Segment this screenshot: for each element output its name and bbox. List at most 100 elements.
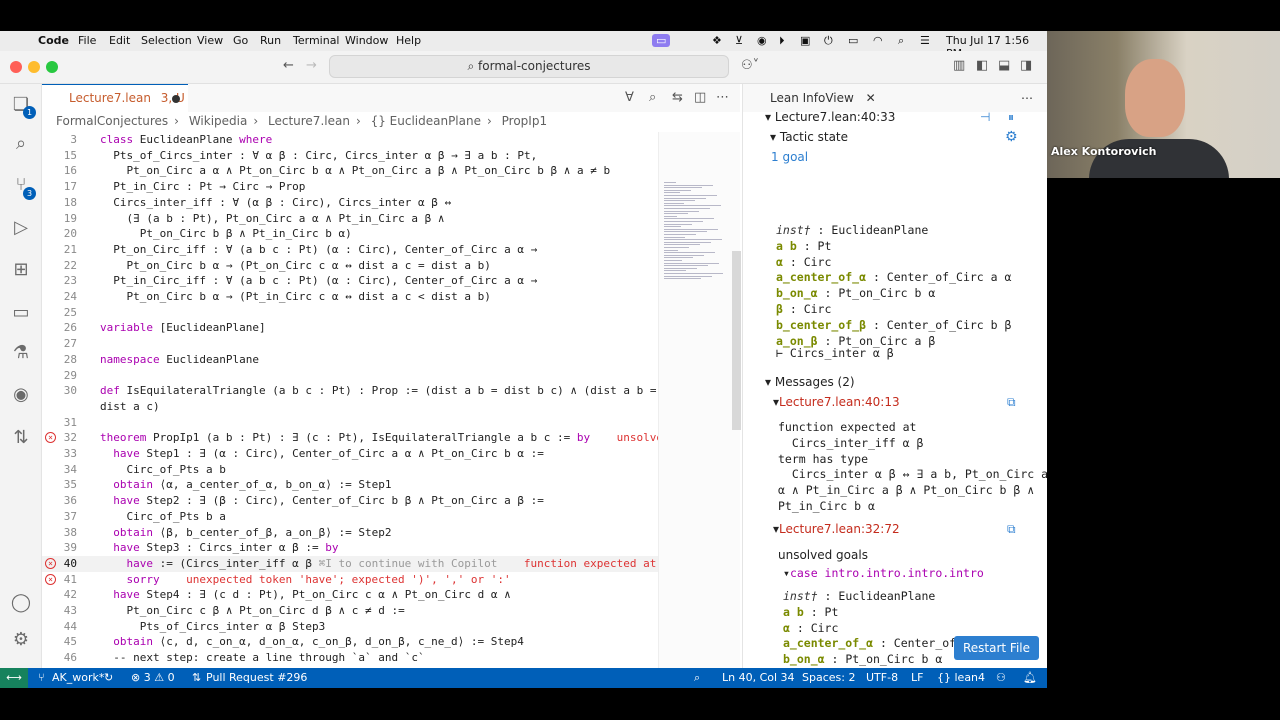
code-line[interactable]: 39 have Step3 : Circs_inter α β := by [42, 540, 658, 556]
find-icon[interactable]: ⌕ [649, 90, 656, 105]
wifi-icon[interactable]: ◠ [873, 34, 883, 47]
hypothesis[interactable]: a_center_of_α : Center_of_Circ a α [776, 270, 1011, 284]
breadcrumb-item[interactable]: FormalConjectures [56, 114, 168, 128]
copilot-icon[interactable]: ⚇˅ [741, 58, 759, 73]
github-icon[interactable]: ◉ [9, 384, 33, 405]
menu-edit[interactable]: Edit [109, 34, 130, 47]
hypothesis-type[interactable]: : Circ [790, 621, 839, 635]
code-line[interactable]: × 41 sorry unexpected token 'have'; expec… [42, 572, 658, 588]
run-debug-icon[interactable]: ▷ [9, 217, 33, 238]
hypothesis-type[interactable]: : Pt [804, 605, 839, 619]
compare-icon[interactable]: ⇆ [672, 90, 683, 105]
lean-forall-icon[interactable]: ∀ [625, 90, 634, 105]
code-line[interactable]: 16 Pt_on_Circ a α ∧ Pt_on_Circ b α ∧ Pt_… [42, 163, 658, 179]
message-2-location[interactable]: Lecture7.lean:32:72 [779, 522, 900, 536]
zoom-icon[interactable]: ⌕ [694, 668, 700, 688]
messages-header[interactable]: ▾ Messages (2) [765, 375, 855, 389]
hypothesis[interactable]: a b : Pt [776, 239, 831, 253]
hypothesis-name[interactable]: β [776, 302, 783, 316]
breadcrumb-item[interactable]: Lecture7.lean [268, 114, 350, 128]
hypothesis-name[interactable]: inst† [776, 223, 811, 237]
code-line[interactable]: 21 Pt_on_Circ_iff : ∀ (a b c : Pt) (α : … [42, 242, 658, 258]
close-icon[interactable]: ✕ [866, 91, 876, 105]
code-line[interactable]: 26 variable [EuclideanPlane] [42, 320, 658, 336]
code-line[interactable]: 25 [42, 305, 658, 321]
battery-icon[interactable]: ▭ [848, 34, 858, 47]
remote-explorer-icon[interactable]: ▭ [9, 302, 33, 323]
breadcrumb-item[interactable]: Wikipedia [189, 114, 248, 128]
settings-gear-icon[interactable]: ⚙ [9, 629, 33, 650]
hypothesis-name[interactable]: a b [776, 239, 797, 253]
extensions-icon[interactable]: ⊞ [9, 259, 33, 280]
hypothesis-name[interactable]: α [783, 621, 790, 635]
code-line[interactable]: 38 obtain ⟨β, b_center_of_β, a_on_β⟩ := … [42, 525, 658, 541]
line-ending[interactable]: LF [911, 668, 923, 688]
hypothesis-name[interactable]: a_center_of_α [783, 636, 873, 650]
menu-go[interactable]: Go [233, 34, 248, 47]
code-editor[interactable]: 3 class EuclideanPlane where 15 Pts_of_Cir… [42, 132, 658, 669]
copy-icon[interactable]: ⧉ [1007, 395, 1016, 410]
notifications-bell-icon[interactable]: 🔔︎ [1023, 668, 1037, 688]
pull-request-label[interactable]: Pull Request #296 [206, 668, 307, 688]
code-line[interactable]: × 32 theorem PropIp1 (a b : Pt) : ∃ (c : P… [42, 430, 658, 446]
toggle-secondary-sidebar-icon[interactable]: ◨ [1020, 58, 1032, 73]
hypothesis-name[interactable]: b_center_of_β [776, 318, 866, 332]
menu-run[interactable]: Run [260, 34, 281, 47]
code-line[interactable]: 45 obtain ⟨c, d, c_on_α, d_on_α, c_on_β,… [42, 634, 658, 650]
code-line[interactable]: 37 Circ_of_Pts b a [42, 509, 658, 525]
breadcrumb-item[interactable]: PropIp1 [502, 114, 547, 128]
code-line[interactable]: 42 have Step4 : ∃ (c d : Pt), Pt_on_Circ… [42, 587, 658, 603]
record-icon[interactable]: ◉ [757, 34, 767, 47]
hypothesis[interactable]: a b : Pt [783, 605, 838, 619]
code-line[interactable]: 3 class EuclideanPlane where [42, 132, 658, 148]
code-line[interactable]: 36 have Step2 : ∃ (β : Circ), Center_of_… [42, 493, 658, 509]
hypothesis[interactable]: b_center_of_β : Center_of_Circ b β [776, 318, 1011, 332]
code-line[interactable]: 24 Pt_on_Circ b α → (Pt_in_Circ c α ↔ di… [42, 289, 658, 305]
hypothesis-name[interactable]: α [776, 255, 783, 269]
editor-scrollbar[interactable] [732, 251, 741, 430]
settings-gear-icon[interactable]: ⚙ [1005, 129, 1018, 145]
code-line[interactable]: 19 (∃ (a b : Pt), Pt_on_Circ a α ∧ Pt_in… [42, 211, 658, 227]
hypothesis-type[interactable]: : Circ [783, 302, 832, 316]
hypothesis-name[interactable]: a_center_of_α [776, 270, 866, 284]
code-line[interactable]: 18 Circs_inter_iff : ∀ (α β : Circ), Cir… [42, 195, 658, 211]
code-line[interactable]: 34 Circ_of_Pts a b [42, 462, 658, 478]
toggle-panel-icon[interactable]: ⬓ [998, 58, 1010, 73]
code-line[interactable]: 35 obtain ⟨α, a_center_of_α, b_on_α⟩ := … [42, 477, 658, 493]
camera-icon[interactable]: ▣ [800, 34, 810, 47]
message-1-location[interactable]: Lecture7.lean:40:13 [779, 395, 900, 409]
code-line[interactable]: 33 have Step1 : ∃ (α : Circ), Center_of_… [42, 446, 658, 462]
code-line[interactable]: 20 Pt_on_Circ b β ∧ Pt_in_Circ b α) [42, 226, 658, 242]
pull-requests-icon[interactable]: ⇅ [9, 427, 33, 448]
minimize-window-button[interactable] [28, 61, 40, 73]
code-line[interactable]: 23 Pt_in_Circ_iff : ∀ (a b c : Pt) (α : … [42, 273, 658, 289]
code-line[interactable]: 28 namespace EuclideanPlane [42, 352, 658, 368]
code-line[interactable]: × 40 have := (Circs_inter_iff α β ⌘I to c… [42, 555, 658, 572]
account-icon[interactable]: ◯ [9, 592, 33, 613]
search-icon[interactable]: ⌕ [9, 133, 33, 154]
hypothesis[interactable]: b_on_α : Pt_on_Circ b α [783, 652, 942, 666]
play-icon[interactable]: ⏵ [779, 34, 785, 48]
tactic-state-header[interactable]: ▾ Tactic state [770, 130, 848, 144]
menu-file[interactable]: File [78, 34, 96, 47]
more-actions-icon[interactable]: ⋯ [1021, 84, 1033, 112]
copilot-status-icon[interactable]: ⚇ [996, 668, 1006, 688]
code-line[interactable]: 29 [42, 368, 658, 384]
hypothesis[interactable]: β : Circ [776, 302, 831, 316]
spotlight-icon[interactable]: ⌕ [898, 34, 904, 48]
branch-icon[interactable]: ⑂ [38, 668, 45, 688]
close-window-button[interactable] [10, 61, 22, 73]
infoview-tab[interactable]: Lean InfoView ✕ ⋯ [743, 84, 1047, 112]
screen-share-icon[interactable]: ▭ [652, 34, 671, 47]
sync-icon[interactable]: ↻ [104, 668, 113, 688]
hypothesis-name[interactable]: b_on_α [783, 652, 825, 666]
more-actions-icon[interactable]: ⋯ [716, 90, 729, 105]
minimap[interactable] [658, 132, 740, 669]
hypothesis-type[interactable]: : Pt_on_Circ b α [818, 286, 935, 300]
message-2-case[interactable]: ▾case intro.intro.intro.intro [783, 566, 984, 580]
problems-indicator[interactable]: ⊗ 3 ⚠ 0 [131, 668, 175, 688]
hypothesis[interactable]: α : Circ [783, 621, 838, 635]
branch-name[interactable]: AK_work* [52, 668, 104, 688]
hypothesis-type[interactable]: : Center_of_Circ a α [866, 270, 1011, 284]
hypothesis-type[interactable]: : Pt_on_Circ b α [825, 652, 942, 666]
